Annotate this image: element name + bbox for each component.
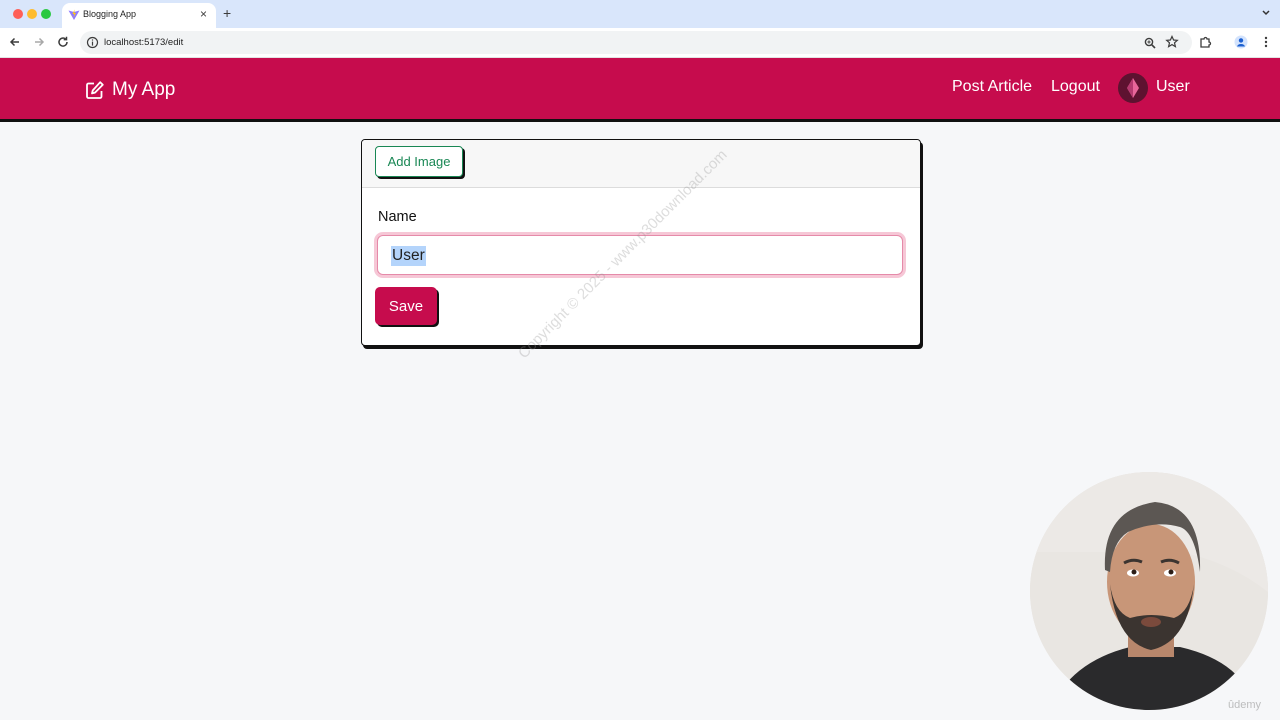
udemy-logo: ûdemy xyxy=(1228,699,1262,711)
window-minimize-button[interactable] xyxy=(27,9,37,19)
tab-search-chevron-icon[interactable] xyxy=(1260,6,1272,20)
brand-link[interactable]: My App xyxy=(85,78,175,102)
browser-tab-strip: Blogging App × + xyxy=(0,0,1280,28)
window-zoom-button[interactable] xyxy=(41,9,51,19)
edit-icon xyxy=(86,81,104,99)
tab-close-icon[interactable]: × xyxy=(200,7,207,21)
save-button[interactable]: Save xyxy=(375,287,437,325)
user-link[interactable]: User xyxy=(1156,78,1190,96)
post-article-link[interactable]: Post Article xyxy=(952,78,1032,96)
zoom-icon[interactable] xyxy=(1143,36,1157,50)
add-image-button[interactable]: Add Image xyxy=(375,146,463,177)
app-navbar: My App Post Article Logout User xyxy=(0,58,1280,122)
new-tab-button[interactable]: + xyxy=(223,5,231,21)
vite-icon xyxy=(68,9,80,20)
extensions-icon[interactable] xyxy=(1199,35,1213,49)
site-info-icon[interactable] xyxy=(86,36,99,49)
name-input-value: User xyxy=(391,246,426,266)
tab-title: Blogging App xyxy=(83,9,137,19)
avatar[interactable] xyxy=(1118,73,1148,103)
webcam-overlay xyxy=(1030,472,1268,710)
back-arrow-icon[interactable] xyxy=(8,35,22,49)
presenter-video xyxy=(1030,472,1268,710)
logout-link[interactable]: Logout xyxy=(1051,78,1100,96)
avatar-gem-icon xyxy=(1118,73,1148,103)
card-header: Add Image xyxy=(362,140,920,188)
brand-title: My App xyxy=(112,79,176,100)
reload-icon[interactable] xyxy=(56,35,70,49)
address-bar[interactable]: localhost:5173/edit xyxy=(80,31,1192,54)
url-text: localhost:5173/edit xyxy=(104,37,184,48)
window-close-button[interactable] xyxy=(13,9,23,19)
name-label: Name xyxy=(378,209,417,225)
forward-arrow-icon[interactable] xyxy=(32,35,46,49)
browser-tab-blogging-app[interactable]: Blogging App × xyxy=(62,3,216,28)
browser-menu-icon[interactable] xyxy=(1259,35,1273,49)
bookmark-star-icon[interactable] xyxy=(1165,35,1179,49)
browser-toolbar: localhost:5173/edit xyxy=(0,28,1280,58)
profile-icon[interactable] xyxy=(1234,35,1248,49)
